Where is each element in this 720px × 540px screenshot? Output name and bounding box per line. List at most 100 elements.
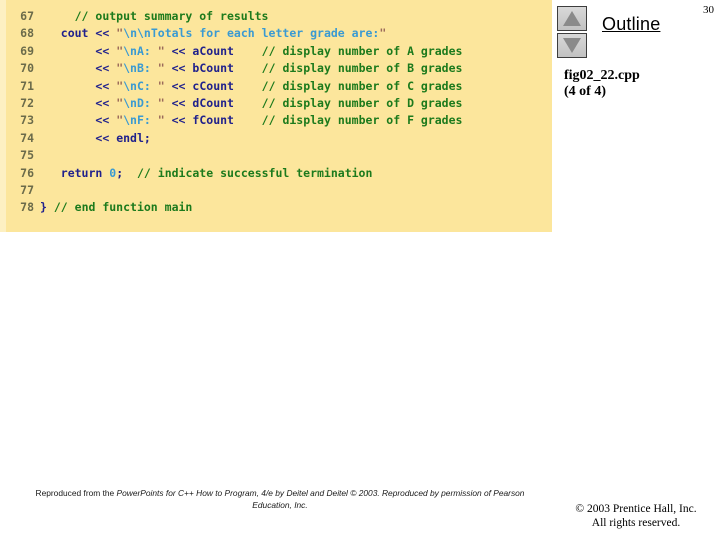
code-line-number: 77 <box>20 182 34 197</box>
nav-up-button[interactable] <box>557 6 587 31</box>
code-line-number: 73 <box>20 113 34 128</box>
code-token-op: << <box>171 113 186 128</box>
code-token-cm: // display number of C grades <box>261 78 463 93</box>
code-token-qt: " <box>157 113 165 128</box>
code-token-cm: // display number of D grades <box>261 95 463 110</box>
code-token-kw: endl; <box>116 130 151 145</box>
code-token-op: << <box>95 113 110 128</box>
code-line: 67 // output summary of results <box>0 8 552 25</box>
code-token-cm: // indicate successful termination <box>137 165 373 180</box>
file-label: fig02_22.cpp (4 of 4) <box>564 68 640 100</box>
code-token-kw: fCount <box>192 113 234 128</box>
outline-panel: Outline 30 fig02_22.cpp (4 of 4) <box>552 0 720 232</box>
copyright-line-1: © 2003 Prentice Hall, Inc. <box>575 503 697 515</box>
outline-title: Outline <box>602 14 661 34</box>
code-lines-container: 67 // output summary of results 68 cout <… <box>0 8 552 217</box>
code-token-cm: // display number of B grades <box>261 61 463 76</box>
code-token-op: << <box>95 95 110 110</box>
code-token-qt: " <box>157 78 165 93</box>
code-token-qt: " <box>379 26 387 41</box>
code-token-st: \nB: <box>123 61 158 76</box>
code-token-qt: " <box>157 61 165 76</box>
code-token-kw: cCount <box>192 78 234 93</box>
code-line: 73 << "\nF: " << fCount // display numbe… <box>0 112 552 129</box>
code-token-op: << <box>95 78 110 93</box>
triangle-down-icon <box>563 38 581 53</box>
code-token-kw: cout <box>60 26 89 41</box>
code-line-number: 74 <box>20 130 34 145</box>
code-line: 70 << "\nB: " << bCount // display numbe… <box>0 60 552 77</box>
code-line-number: 78 <box>20 200 34 215</box>
attribution-text: Reproduced from the PowerPoints for C++ … <box>20 487 540 511</box>
code-line-number: 70 <box>20 61 34 76</box>
code-token-kw: return <box>60 165 103 180</box>
code-listing-panel: 67 // output summary of results 68 cout <… <box>0 0 552 232</box>
attribution-italic: PowerPoints for C++ How to Program, 4/e … <box>116 488 525 510</box>
page-number: 30 <box>703 4 714 16</box>
code-line: 69 << "\nA: " << aCount // display numbe… <box>0 43 552 60</box>
code-token-cm: // output summary of results <box>74 9 269 23</box>
attribution-prefix: Reproduced from the <box>35 488 117 498</box>
nav-down-button[interactable] <box>557 33 587 58</box>
code-line: 77 <box>0 182 552 199</box>
code-line: 72 << "\nD: " << dCount // display numbe… <box>0 95 552 112</box>
code-line: 76 return 0; // indicate successful term… <box>0 165 552 182</box>
code-token-st: \n\nTotals for each letter grade are: <box>123 26 380 41</box>
code-line-number: 72 <box>20 95 34 110</box>
code-token-op: << <box>95 130 110 145</box>
code-line-number: 75 <box>20 148 34 163</box>
code-line-number: 67 <box>20 9 34 23</box>
copyright-block: © 2003 Prentice Hall, Inc. All rights re… <box>560 502 712 530</box>
code-token-qt: " <box>157 43 165 58</box>
code-token-kw: aCount <box>192 43 234 58</box>
code-token-st: \nC: <box>123 78 158 93</box>
code-token-op: << <box>171 95 186 110</box>
code-token-op: << <box>171 61 186 76</box>
code-line: 74 << endl; <box>0 130 552 147</box>
code-token-kw: bCount <box>192 61 234 76</box>
code-token-qt: " <box>157 95 165 110</box>
code-token-st: \nD: <box>123 95 158 110</box>
code-token-op: << <box>95 43 110 58</box>
code-line: 68 cout << "\n\nTotals for each letter g… <box>0 25 552 42</box>
triangle-up-icon <box>563 11 581 26</box>
code-line-number: 76 <box>20 165 34 180</box>
code-line-number: 71 <box>20 78 34 93</box>
copyright-line-2: All rights reserved. <box>591 517 681 529</box>
file-part: (4 of 4) <box>564 84 606 99</box>
code-line: 71 << "\nC: " << cCount // display numbe… <box>0 78 552 95</box>
code-line: 78} // end function main <box>0 199 552 216</box>
code-token-st: \nA: <box>123 43 158 58</box>
code-token-cm: // display number of F grades <box>261 113 463 128</box>
code-line: 75 <box>0 147 552 164</box>
code-token-st: \nF: <box>123 113 158 128</box>
code-line-number: 68 <box>20 26 34 41</box>
code-token-kw: dCount <box>192 95 234 110</box>
file-name: fig02_22.cpp <box>564 68 640 83</box>
code-token-op: << <box>171 78 186 93</box>
code-token-op: << <box>95 26 110 41</box>
code-token-cm: // end function main <box>53 200 193 215</box>
code-line-number: 69 <box>20 43 34 58</box>
code-token-kw: } <box>40 200 47 215</box>
